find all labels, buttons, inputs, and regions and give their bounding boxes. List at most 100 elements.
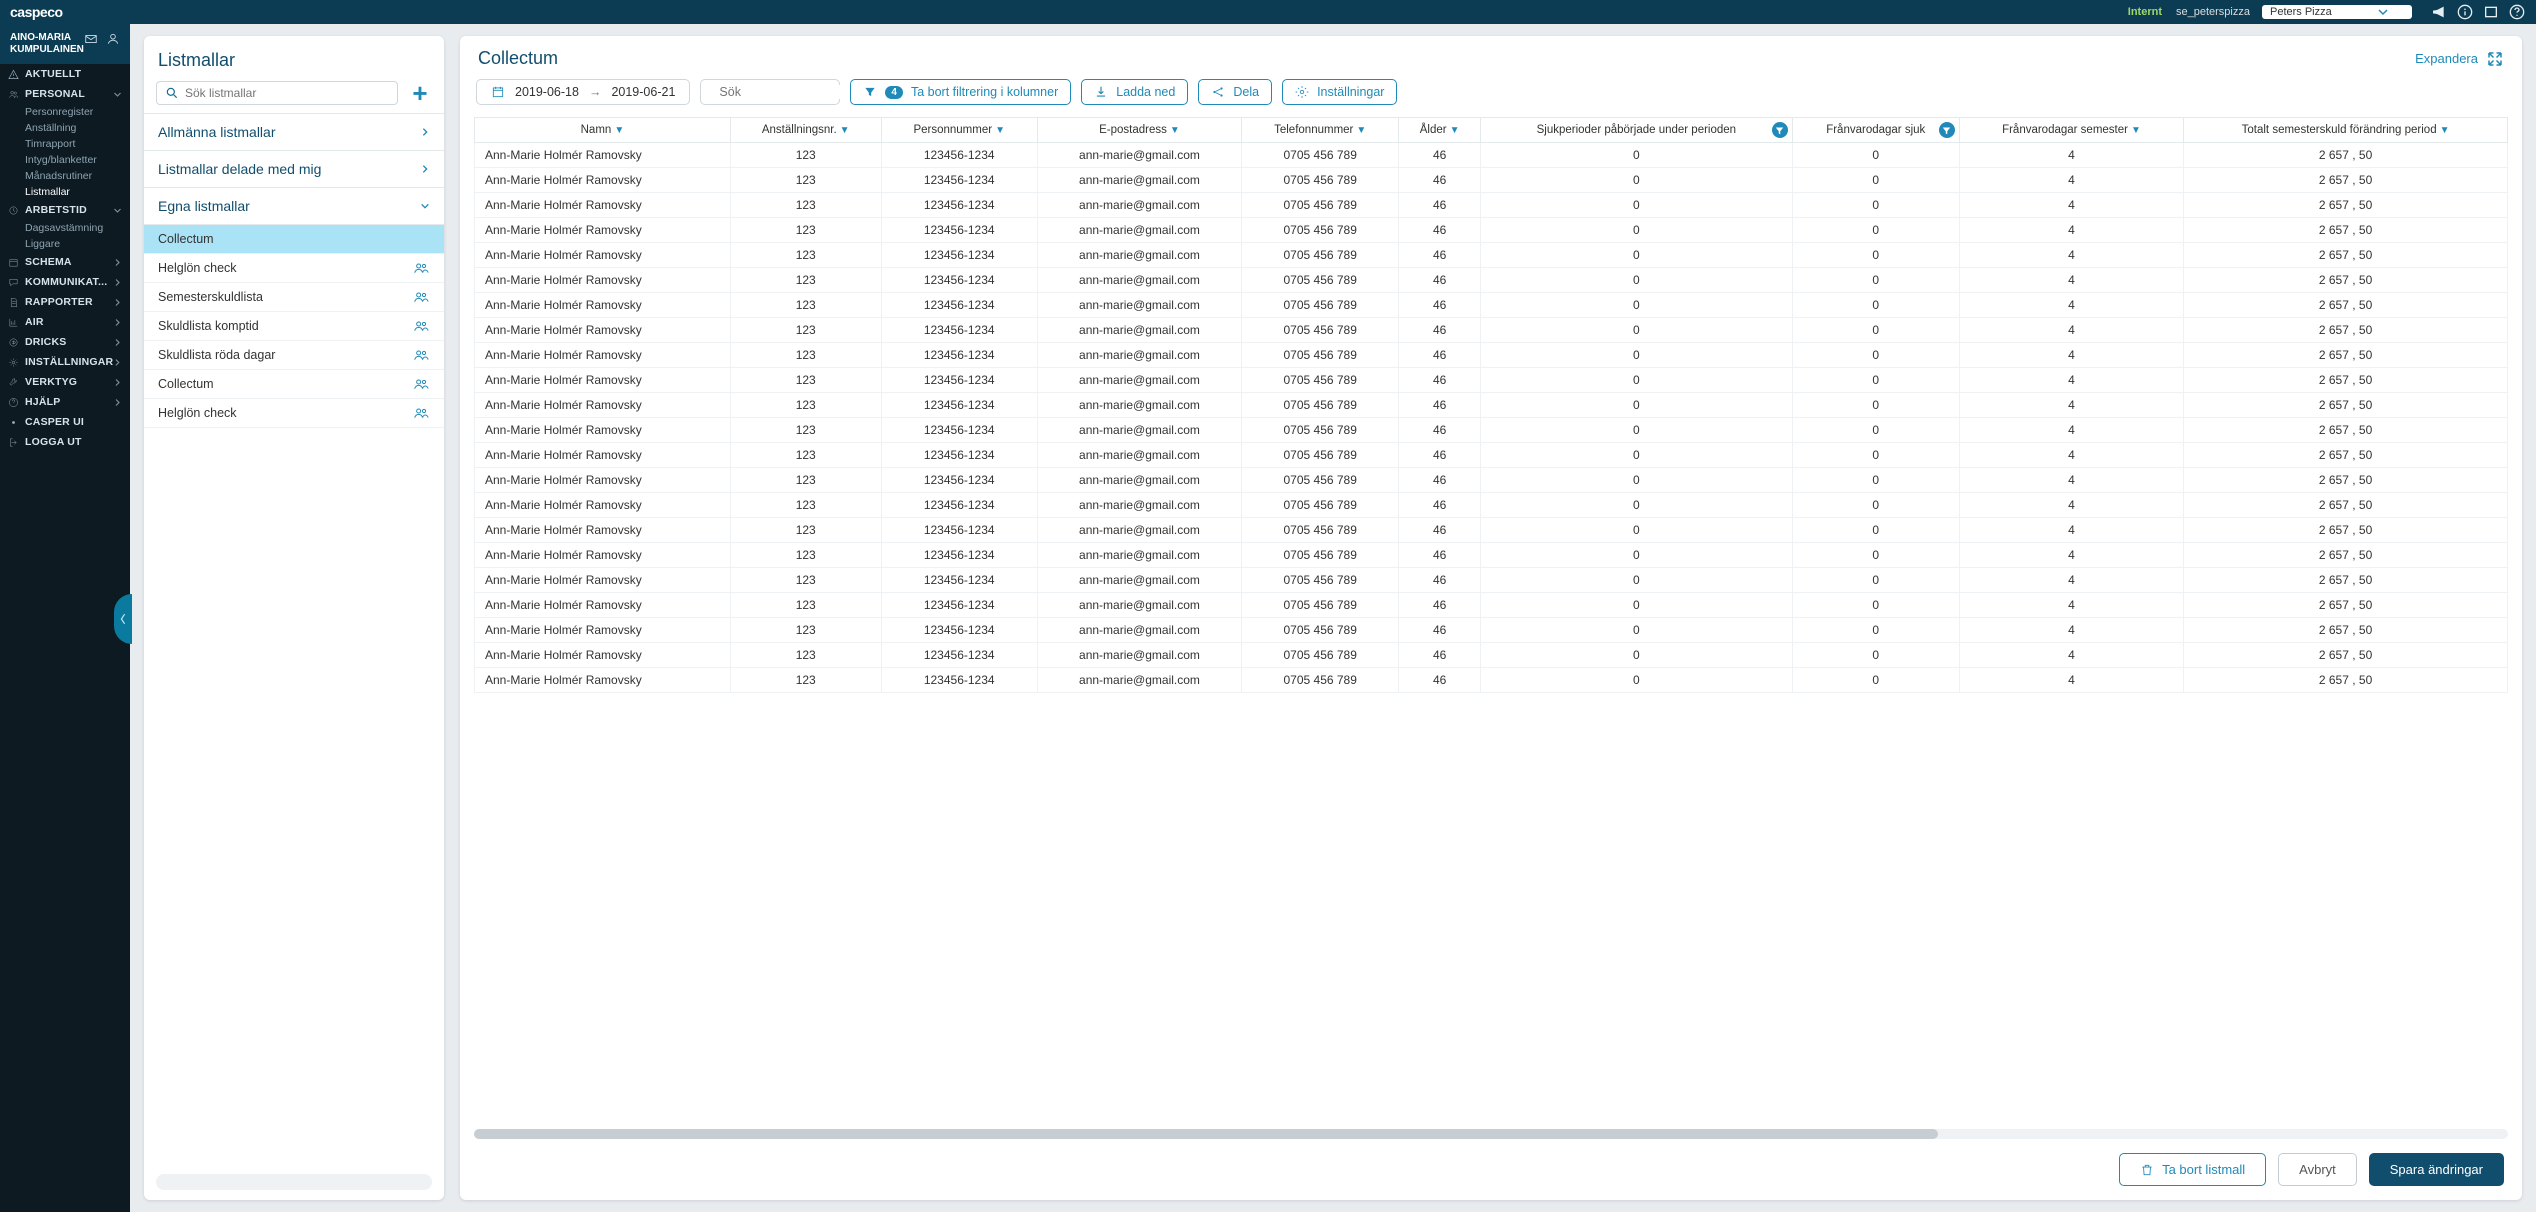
nav-item-rapporter[interactable]: RAPPORTER <box>0 292 130 312</box>
window-icon[interactable] <box>2482 3 2500 21</box>
nav-item-aktuellt[interactable]: AKTUELLT <box>0 64 130 84</box>
column-header[interactable]: Personnummer▼ <box>881 118 1037 143</box>
nav-subitem[interactable]: Liggare <box>0 236 130 252</box>
cell-phone: 0705 456 789 <box>1242 668 1399 693</box>
cell-absent_sick: 0 <box>1792 293 1959 318</box>
date-range-picker[interactable]: 2019-06-18 → 2019-06-21 <box>476 79 690 105</box>
list-search-box[interactable] <box>156 81 398 105</box>
cell-empno: 123 <box>730 568 881 593</box>
cell-sick_periods: 0 <box>1481 168 1793 193</box>
table-row[interactable]: Ann-Marie Holmér Ramovsky123123456-1234a… <box>475 468 2508 493</box>
template-item[interactable]: Semesterskuldlista <box>144 283 444 312</box>
template-item[interactable]: Skuldlista röda dagar <box>144 341 444 370</box>
table-wrapper[interactable]: Namn▼Anställningsnr.▼Personnummer▼E-post… <box>460 117 2522 1123</box>
scrollbar-thumb[interactable] <box>474 1129 1938 1139</box>
cell-empno: 123 <box>730 518 881 543</box>
table-row[interactable]: Ann-Marie Holmér Ramovsky123123456-1234a… <box>475 143 2508 168</box>
table-row[interactable]: Ann-Marie Holmér Ramovsky123123456-1234a… <box>475 568 2508 593</box>
download-button[interactable]: Ladda ned <box>1081 79 1188 105</box>
clear-filters-button[interactable]: 4 Ta bort filtrering i kolumner <box>850 79 1071 105</box>
table-row[interactable]: Ann-Marie Holmér Ramovsky123123456-1234a… <box>475 218 2508 243</box>
column-header[interactable]: Ålder▼ <box>1399 118 1481 143</box>
settings-button[interactable]: Inställningar <box>1282 79 1397 105</box>
nav-item-personal[interactable]: PERSONAL <box>0 84 130 104</box>
column-header[interactable]: Totalt semesterskuld förändring period▼ <box>2184 118 2508 143</box>
table-row[interactable]: Ann-Marie Holmér Ramovsky123123456-1234a… <box>475 518 2508 543</box>
table-h-scrollbar[interactable] <box>474 1129 2508 1139</box>
table-row[interactable]: Ann-Marie Holmér Ramovsky123123456-1234a… <box>475 243 2508 268</box>
cell-absent_vac: 4 <box>1959 643 2183 668</box>
nav-item-arbetstid[interactable]: ARBETSTID <box>0 200 130 220</box>
nav-item-hj-lp[interactable]: HJÄLP <box>0 392 130 412</box>
nav-subitem[interactable]: Timrapport <box>0 136 130 152</box>
cell-empno: 123 <box>730 343 881 368</box>
table-row[interactable]: Ann-Marie Holmér Ramovsky123123456-1234a… <box>475 418 2508 443</box>
column-header[interactable]: Frånvarodagar sjuk <box>1792 118 1959 143</box>
nav-subitem[interactable]: Dagsavstämning <box>0 220 130 236</box>
template-item[interactable]: Skuldlista komptid <box>144 312 444 341</box>
accordion-header[interactable]: Listmallar delade med mig <box>144 151 444 188</box>
table-row[interactable]: Ann-Marie Holmér Ramovsky123123456-1234a… <box>475 668 2508 693</box>
user-menu-icon[interactable] <box>106 32 120 49</box>
accordion-header[interactable]: Egna listmallar <box>144 188 444 225</box>
accordion-header[interactable]: Allmänna listmallar <box>144 114 444 151</box>
column-filter-badge[interactable] <box>1772 122 1788 138</box>
table-row[interactable]: Ann-Marie Holmér Ramovsky123123456-1234a… <box>475 543 2508 568</box>
cell-name: Ann-Marie Holmér Ramovsky <box>475 543 731 568</box>
template-item[interactable]: Collectum <box>144 370 444 399</box>
nav-item-verktyg[interactable]: VERKTYG <box>0 372 130 392</box>
info-icon[interactable] <box>2456 3 2474 21</box>
column-header[interactable]: Anställningsnr.▼ <box>730 118 881 143</box>
expand-button[interactable]: Expandera <box>2415 50 2504 68</box>
template-item[interactable]: Helglön check <box>144 399 444 428</box>
table-row[interactable]: Ann-Marie Holmér Ramovsky123123456-1234a… <box>475 593 2508 618</box>
column-header[interactable]: Sjukperioder påbörjade under perioden <box>1481 118 1793 143</box>
column-filter-badge[interactable] <box>1939 122 1955 138</box>
table-row[interactable]: Ann-Marie Holmér Ramovsky123123456-1234a… <box>475 168 2508 193</box>
nav-item-logga-ut[interactable]: LOGGA UT <box>0 432 130 452</box>
column-header[interactable]: E-postadress▼ <box>1037 118 1241 143</box>
announce-icon[interactable] <box>2430 3 2448 21</box>
mail-icon[interactable] <box>84 32 98 49</box>
table-row[interactable]: Ann-Marie Holmér Ramovsky123123456-1234a… <box>475 318 2508 343</box>
template-item[interactable]: Helglön check <box>144 254 444 283</box>
share-button[interactable]: Dela <box>1198 79 1272 105</box>
nav-item-kommunikat-[interactable]: KOMMUNIKAT... <box>0 272 130 292</box>
cell-age: 46 <box>1399 243 1481 268</box>
table-row[interactable]: Ann-Marie Holmér Ramovsky123123456-1234a… <box>475 368 2508 393</box>
save-button[interactable]: Spara ändringar <box>2369 1153 2504 1186</box>
collapse-sidebar-button[interactable] <box>114 594 132 644</box>
add-template-button[interactable]: + <box>408 81 432 105</box>
column-header[interactable]: Frånvarodagar semester▼ <box>1959 118 2183 143</box>
nav-subitem[interactable]: Listmallar <box>0 184 130 200</box>
nav-item-casper-ui[interactable]: CASPER UI <box>0 412 130 432</box>
table-row[interactable]: Ann-Marie Holmér Ramovsky123123456-1234a… <box>475 443 2508 468</box>
table-row[interactable]: Ann-Marie Holmér Ramovsky123123456-1234a… <box>475 268 2508 293</box>
nav-item-inst-llningar[interactable]: INSTÄLLNINGAR <box>0 352 130 372</box>
nav-subitem[interactable]: Månadsrutiner <box>0 168 130 184</box>
template-item[interactable]: Collectum <box>144 225 444 254</box>
nav-item-schema[interactable]: SCHEMA <box>0 252 130 272</box>
main-search-box[interactable] <box>700 79 840 105</box>
nav-subitem[interactable]: Intyg/blanketter <box>0 152 130 168</box>
cancel-button[interactable]: Avbryt <box>2278 1153 2357 1186</box>
table-row[interactable]: Ann-Marie Holmér Ramovsky123123456-1234a… <box>475 493 2508 518</box>
table-row[interactable]: Ann-Marie Holmér Ramovsky123123456-1234a… <box>475 293 2508 318</box>
delete-template-button[interactable]: Ta bort listmall <box>2119 1153 2266 1186</box>
table-row[interactable]: Ann-Marie Holmér Ramovsky123123456-1234a… <box>475 393 2508 418</box>
nav-item-air[interactable]: AIR <box>0 312 130 332</box>
panel-scrollbar[interactable] <box>156 1174 432 1190</box>
help-icon[interactable] <box>2508 3 2526 21</box>
nav-item-dricks[interactable]: DRICKS <box>0 332 130 352</box>
cell-absent_vac: 4 <box>1959 568 2183 593</box>
list-search-input[interactable] <box>185 86 389 100</box>
nav-subitem[interactable]: Personregister <box>0 104 130 120</box>
table-row[interactable]: Ann-Marie Holmér Ramovsky123123456-1234a… <box>475 343 2508 368</box>
table-row[interactable]: Ann-Marie Holmér Ramovsky123123456-1234a… <box>475 193 2508 218</box>
table-row[interactable]: Ann-Marie Holmér Ramovsky123123456-1234a… <box>475 643 2508 668</box>
tenant-select[interactable]: Peters Pizza <box>2262 5 2412 19</box>
column-header[interactable]: Telefonnummer▼ <box>1242 118 1399 143</box>
table-row[interactable]: Ann-Marie Holmér Ramovsky123123456-1234a… <box>475 618 2508 643</box>
column-header[interactable]: Namn▼ <box>475 118 731 143</box>
nav-subitem[interactable]: Anställning <box>0 120 130 136</box>
